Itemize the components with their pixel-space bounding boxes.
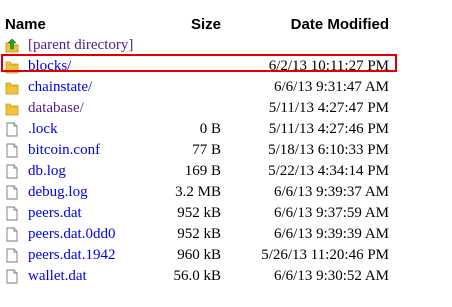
folder-link[interactable]: blocks/ xyxy=(28,58,71,74)
date-modified: 6/6/13 9:30:52 AM xyxy=(273,268,389,284)
file-row[interactable]: debug.log 3.2 MB 6/6/13 9:39:37 AM xyxy=(0,182,452,203)
file-row[interactable]: peers.dat.0dd0 952 kB 6/6/13 9:39:39 AM xyxy=(0,224,452,245)
folder-link[interactable]: database/ xyxy=(28,100,84,116)
folder-icon xyxy=(5,59,19,74)
column-header-size[interactable]: Size xyxy=(150,14,221,35)
file-icon xyxy=(5,248,19,263)
folder-link[interactable]: chainstate/ xyxy=(28,79,92,95)
date-modified: 5/18/13 6:10:33 PM xyxy=(268,142,389,158)
file-size: 952 kB xyxy=(177,226,221,242)
file-size: 3.2 MB xyxy=(175,184,221,200)
date-modified: 5/11/13 4:27:46 PM xyxy=(268,121,389,137)
file-row[interactable]: .lock 0 B 5/11/13 4:27:46 PM xyxy=(0,119,452,140)
date-modified: 6/2/13 10:11:27 PM xyxy=(268,58,389,74)
folder-row[interactable]: blocks/6/2/13 10:11:27 PM xyxy=(0,56,452,77)
file-link[interactable]: debug.log xyxy=(28,184,88,200)
column-header-name[interactable]: Name xyxy=(5,14,46,35)
parent-directory-icon xyxy=(5,38,19,53)
folder-icon xyxy=(5,101,19,116)
file-size: 952 kB xyxy=(177,205,221,221)
file-link[interactable]: peers.dat.1942 xyxy=(28,247,115,263)
date-modified: 5/22/13 4:34:14 PM xyxy=(268,163,389,179)
file-icon xyxy=(5,164,19,179)
file-size: 56.0 kB xyxy=(173,268,221,284)
file-row[interactable]: peers.dat 952 kB 6/6/13 9:37:59 AM xyxy=(0,203,452,224)
file-link[interactable]: bitcoin.conf xyxy=(28,142,100,158)
file-icon xyxy=(5,185,19,200)
listing-header: Name Size Date Modified xyxy=(0,14,452,35)
file-size: 77 B xyxy=(192,142,221,158)
file-size: 169 B xyxy=(184,163,221,179)
file-size: 0 B xyxy=(199,121,221,137)
folder-row[interactable]: database/5/11/13 4:27:47 PM xyxy=(0,98,452,119)
folder-icon xyxy=(5,80,19,95)
listing-rows: [parent directory] blocks/6/2/13 10:11:2… xyxy=(0,35,452,287)
date-modified: 5/26/13 11:20:46 PM xyxy=(261,247,389,263)
parent-directory-link[interactable]: [parent directory] xyxy=(28,37,133,53)
file-icon xyxy=(5,122,19,137)
file-icon xyxy=(5,269,19,284)
date-modified: 6/6/13 9:39:39 AM xyxy=(273,226,389,242)
file-link[interactable]: peers.dat xyxy=(28,205,82,221)
file-row[interactable]: peers.dat.1942 960 kB 5/26/13 11:20:46 PM xyxy=(0,245,452,266)
file-row[interactable]: wallet.dat 56.0 kB 6/6/13 9:30:52 AM xyxy=(0,266,452,287)
date-modified: 6/6/13 9:39:37 AM xyxy=(273,184,389,200)
file-icon xyxy=(5,227,19,242)
column-header-date-modified[interactable]: Date Modified xyxy=(250,14,389,35)
date-modified: 5/11/13 4:27:47 PM xyxy=(268,100,389,116)
file-link[interactable]: peers.dat.0dd0 xyxy=(28,226,115,242)
file-link[interactable]: db.log xyxy=(28,163,66,179)
file-link[interactable]: .lock xyxy=(28,121,58,137)
date-modified: 6/6/13 9:31:47 AM xyxy=(273,79,389,95)
file-row[interactable]: db.log 169 B 5/22/13 4:34:14 PM xyxy=(0,161,452,182)
file-icon xyxy=(5,206,19,221)
parent-directory-row[interactable]: [parent directory] xyxy=(0,35,452,56)
file-row[interactable]: bitcoin.conf 77 B 5/18/13 6:10:33 PM xyxy=(0,140,452,161)
file-link[interactable]: wallet.dat xyxy=(28,268,87,284)
date-modified: 6/6/13 9:37:59 AM xyxy=(273,205,389,221)
folder-row[interactable]: chainstate/6/6/13 9:31:47 AM xyxy=(0,77,452,98)
file-size: 960 kB xyxy=(177,247,221,263)
file-icon xyxy=(5,143,19,158)
